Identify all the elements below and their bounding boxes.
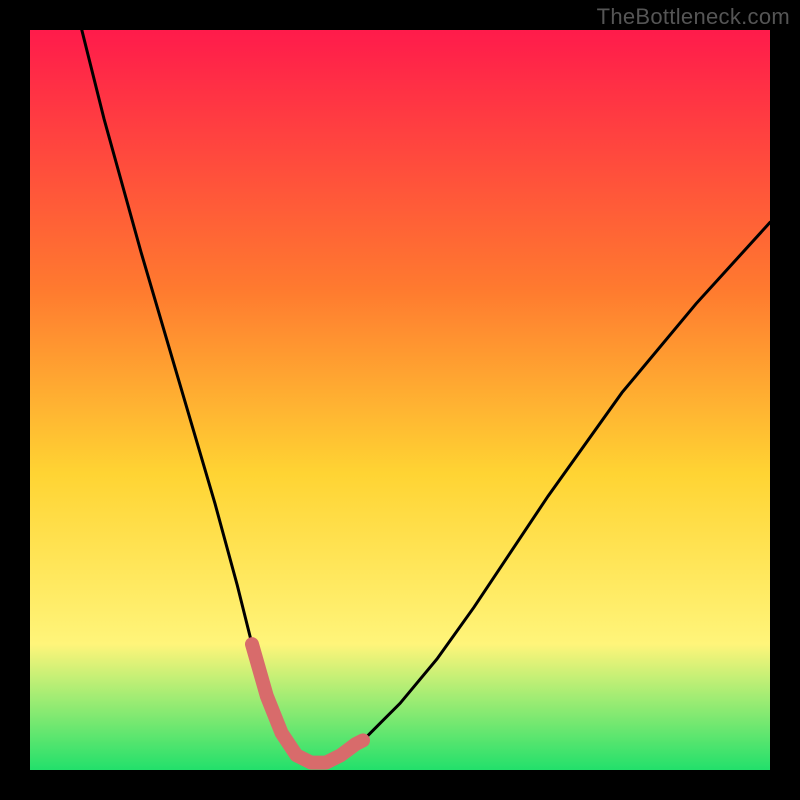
plot-area [30,30,770,770]
chart-frame: TheBottleneck.com [0,0,800,800]
gradient-background [30,30,770,770]
watermark-text: TheBottleneck.com [597,4,790,30]
chart-svg [30,30,770,770]
